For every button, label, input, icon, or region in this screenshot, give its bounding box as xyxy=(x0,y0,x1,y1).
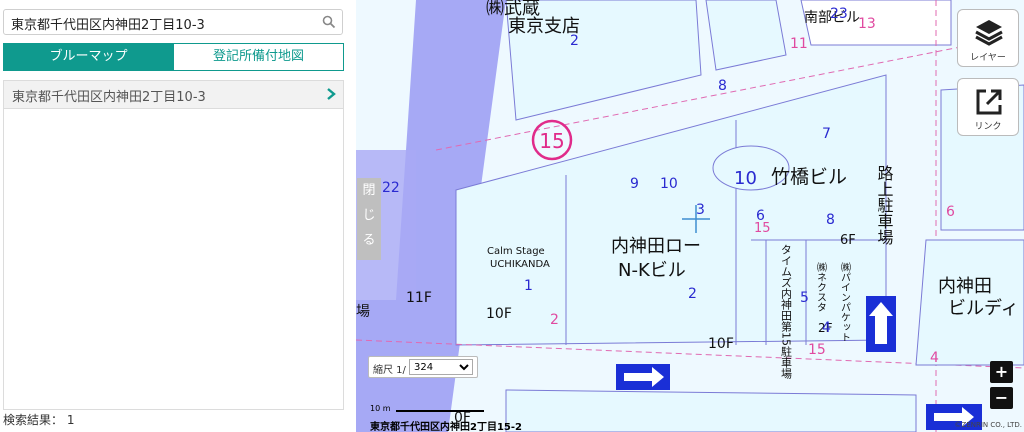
floor-label: 10F xyxy=(708,336,734,352)
map-address-footer: 東京都千代田区内神田2丁目15-2 xyxy=(370,422,522,432)
scale-selector: 縮尺 1/ 324 xyxy=(368,356,478,378)
map-label: Calm Stage xyxy=(487,246,545,257)
map-view[interactable]: 15 ㈱武蔵 東京支店 南部ビル 竹橋ビル 内神田ロー N-Kビル Calm S… xyxy=(356,0,1024,432)
search-box[interactable] xyxy=(3,9,343,35)
search-results-list: 東京都千代田区内神田2丁目10-3 xyxy=(3,80,344,410)
map-label: ビルディ xyxy=(948,298,1019,319)
close-panel-button[interactable]: 閉 じ る xyxy=(357,178,381,260)
lot-number: 6 xyxy=(946,204,955,220)
search-input[interactable] xyxy=(9,13,313,33)
search-icon[interactable] xyxy=(322,15,336,29)
lot-number: 2 xyxy=(550,312,559,328)
link-button[interactable]: リンク xyxy=(957,78,1019,136)
block-number: 3 xyxy=(696,202,705,218)
block-number: 8 xyxy=(718,78,727,94)
map-label: 路上駐車場 xyxy=(875,165,894,246)
block-top-right xyxy=(705,0,787,71)
chevron-right-icon xyxy=(327,88,336,100)
result-count: 検索結果： 1 xyxy=(3,413,75,427)
block-number: 10 xyxy=(734,168,757,189)
block-number: 7 xyxy=(822,126,831,142)
zoom-in-button[interactable]: + xyxy=(990,361,1013,383)
map-label: 竹橋ビル xyxy=(771,166,847,188)
close-char: 閉 xyxy=(362,183,376,198)
external-link-icon xyxy=(976,89,1002,115)
map-label: タイムズ内神田第15駐車場 xyxy=(780,244,793,380)
search-panel: ブルーマップ 登記所備付地図 東京都千代田区内神田2丁目10-3 検索結果： 1 xyxy=(0,0,356,432)
scale-label: 縮尺 1/ xyxy=(373,365,406,376)
map-label: 内神田 xyxy=(938,276,992,297)
block-number: 22 xyxy=(382,180,400,196)
lot-number: 15 xyxy=(808,342,826,358)
block-number: 10 xyxy=(660,176,678,192)
floor-label: 11F xyxy=(406,290,432,306)
close-char: じ xyxy=(362,208,376,223)
route-badge-number: 15 xyxy=(539,129,564,153)
block-number: 5 xyxy=(800,290,809,306)
arrow-up-icon xyxy=(866,296,896,352)
block-number: 23 xyxy=(830,6,848,22)
map-type-tabs: ブルーマップ 登記所備付地図 xyxy=(3,43,344,71)
map-label: 内神田ロー xyxy=(611,236,701,257)
map-label: ㈱ネクスタ xyxy=(815,262,827,312)
copyright: ©ZENRIN CO., LTD. xyxy=(954,421,1022,429)
map-label: ㈱パインパケット xyxy=(839,262,851,342)
lot-number: 4 xyxy=(930,350,939,366)
scale-select[interactable]: 324 xyxy=(409,359,473,375)
tab-registry-map[interactable]: 登記所備付地図 xyxy=(174,43,344,71)
zoom-out-button[interactable]: − xyxy=(990,387,1013,409)
list-item[interactable]: 東京都千代田区内神田2丁目10-3 xyxy=(4,81,343,109)
block-number: 8 xyxy=(826,212,835,228)
lot-number: 13 xyxy=(858,16,876,32)
tab-blue-map[interactable]: ブルーマップ xyxy=(3,43,174,71)
close-char: る xyxy=(362,233,376,248)
block-number: 2 xyxy=(570,33,579,49)
result-address: 東京都千代田区内神田2丁目10-3 xyxy=(12,90,206,105)
block-number: 2 xyxy=(688,286,697,302)
scalebar-label: 10 m xyxy=(370,404,391,413)
block-number: 1 xyxy=(524,278,533,294)
arrow-right-icon xyxy=(616,364,670,390)
layer-label: レイヤー xyxy=(970,53,1006,63)
layers-icon xyxy=(975,20,1003,46)
floor-label: 10F xyxy=(486,306,512,322)
layer-button[interactable]: レイヤー xyxy=(957,9,1019,67)
lot-number: 11 xyxy=(790,36,808,52)
floor-label: 6F xyxy=(840,233,856,248)
block-number: 4 xyxy=(822,320,831,336)
link-label: リンク xyxy=(974,122,1002,132)
lot-number: 15 xyxy=(754,221,771,236)
scalebar xyxy=(396,410,484,412)
map-label: N-Kビル xyxy=(618,260,686,281)
map-label: UCHIKANDA xyxy=(490,259,550,270)
block-number: 9 xyxy=(630,176,639,192)
map-label: 場 xyxy=(356,304,370,320)
